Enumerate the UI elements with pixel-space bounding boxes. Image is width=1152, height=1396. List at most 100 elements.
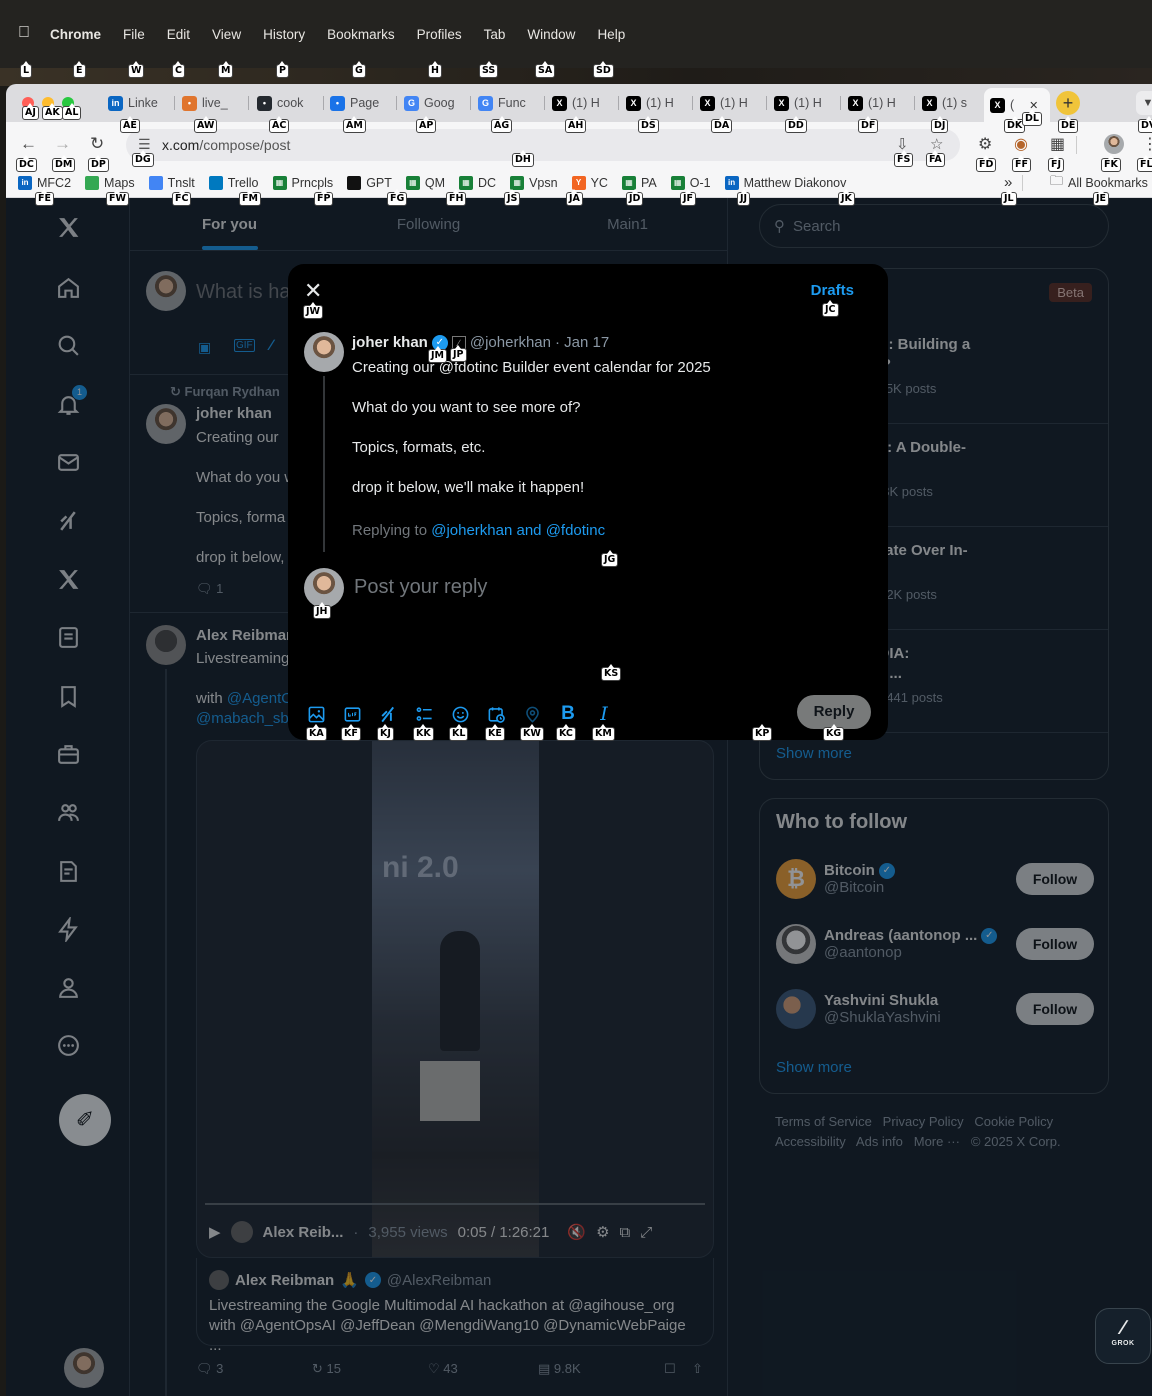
schedule-icon[interactable] — [486, 704, 506, 724]
tab-label: (1) H — [646, 96, 674, 110]
bookmark-item[interactable]: Trello — [208, 175, 259, 190]
tab-item[interactable]: X (1) H — [694, 90, 758, 116]
chrome-menu-icon[interactable]: ⋮ — [1142, 134, 1152, 154]
bookmark-item[interactable]: ▦ QM — [405, 175, 445, 190]
x-icon: X — [774, 95, 789, 111]
tab-item[interactable]: X (1) H — [768, 90, 832, 116]
tab-item[interactable]: G Func — [472, 90, 536, 116]
sheets-icon: ▦ — [272, 175, 287, 190]
bookmark-item[interactable]: ▦ O-1 — [670, 175, 711, 190]
bookmark-item[interactable]: in Matthew Diakonov — [724, 175, 846, 190]
bookmark-item[interactable]: ▦ DC — [459, 175, 496, 190]
tab-item[interactable]: G Goog — [398, 90, 462, 116]
grok-floating-button[interactable]: ∕ GROK — [1095, 1308, 1151, 1364]
profile-avatar[interactable] — [1104, 134, 1124, 154]
keyboard-hint-label: DM — [52, 155, 76, 172]
bookmark-item[interactable]: Maps — [85, 175, 135, 190]
gif-icon[interactable] — [342, 704, 362, 724]
extension-cookie-icon[interactable]: ◉ — [1014, 134, 1028, 154]
tab-item[interactable]: • Page — [324, 90, 388, 116]
bookmark-item[interactable]: ▦ Prncpls — [272, 175, 333, 190]
address-bar[interactable]: ☰ x.com/compose/post ⇩ ☆ — [126, 129, 960, 161]
keyboard-hint-label: JL — [1001, 189, 1017, 206]
forward-icon[interactable]: → — [54, 134, 71, 154]
grok-icon[interactable] — [378, 704, 398, 724]
reload-icon[interactable]: ↻ — [90, 134, 104, 154]
keyboard-hint-label: JM — [428, 346, 447, 363]
menu-chrome[interactable]: Chrome — [50, 27, 101, 42]
keyboard-hint-label: G — [352, 61, 366, 78]
keyboard-hint-label: JS — [504, 189, 521, 206]
tab-item[interactable]: in Linke — [102, 90, 166, 116]
original-post-avatar[interactable] — [304, 332, 344, 372]
keyboard-hint-label: W — [128, 61, 145, 78]
infinity-icon: • — [182, 95, 197, 111]
keyboard-hint-label: E — [73, 61, 86, 78]
keyboard-hint-label: DL — [1022, 109, 1042, 126]
menu-bookmarks[interactable]: Bookmarks — [327, 27, 395, 42]
keyboard-hint-label: JW — [303, 302, 324, 319]
keyboard-hint-label: KW — [520, 724, 544, 741]
original-author[interactable]: joher khan — [352, 334, 428, 351]
menu-edit[interactable]: Edit — [167, 27, 190, 42]
bookmark-item[interactable]: Tnslt — [148, 175, 195, 190]
tab-search-icon[interactable]: ▼ — [1136, 91, 1152, 115]
back-icon[interactable]: ← — [20, 134, 37, 154]
folder-icon: 🗀 — [1050, 172, 1064, 188]
bookmark-item[interactable]: GPT — [347, 175, 392, 190]
keyboard-hint-label: KA — [306, 724, 327, 741]
tab-item[interactable]: • cook — [251, 90, 315, 116]
location-icon[interactable] — [522, 704, 542, 724]
tab-label: Func — [498, 96, 526, 110]
close-icon[interactable]: ✕ — [304, 278, 322, 304]
original-post-line: Creating our @fdotinc Builder event cale… — [352, 359, 711, 376]
apple-icon[interactable]:  — [18, 24, 30, 42]
keyboard-hint-label: JH — [313, 602, 331, 619]
keyboard-hint-label: DH — [512, 150, 534, 167]
extension-robot-icon[interactable]: ⚙ — [978, 134, 992, 154]
tab-item[interactable]: X (1) H — [620, 90, 684, 116]
replying-to-users[interactable]: @joherkhan and @fdotinc — [431, 522, 605, 539]
bookmark-item[interactable]: ▦ PA — [621, 175, 657, 190]
reply-input[interactable]: Post your reply — [354, 576, 487, 599]
tab-item[interactable]: • live_ — [176, 90, 240, 116]
new-tab-button[interactable]: + — [1056, 91, 1080, 115]
original-post-line: drop it below, we'll make it happen! — [352, 479, 585, 496]
tab-label: Goog — [424, 96, 455, 110]
bookmark-label: Maps — [104, 175, 135, 190]
x-icon: X — [626, 95, 641, 111]
menu-tab[interactable]: Tab — [484, 27, 506, 42]
poll-icon[interactable] — [414, 704, 434, 724]
x-icon: X — [922, 95, 937, 111]
menu-window[interactable]: Window — [527, 27, 575, 42]
bookmark-item[interactable]: in MFC2 — [18, 175, 71, 190]
tab-item[interactable]: X (1) H — [842, 90, 906, 116]
trello-icon — [208, 175, 223, 190]
keyboard-hint-label: AH — [565, 116, 587, 133]
bookmark-item[interactable]: ▦ Vpsn — [510, 175, 558, 190]
menu-history[interactable]: History — [263, 27, 305, 42]
x-icon: X — [552, 95, 567, 111]
keyboard-hint-label: DF — [858, 116, 879, 133]
media-icon[interactable] — [306, 704, 326, 724]
keyboard-hint-label: DP — [88, 155, 109, 172]
original-handle[interactable]: @joherkhan — [470, 334, 551, 351]
drafts-button[interactable]: Drafts — [811, 282, 854, 299]
keyboard-hint-label: AK — [42, 103, 63, 120]
tab-item[interactable]: X (1) s — [916, 90, 980, 116]
bold-icon[interactable]: B — [558, 703, 578, 724]
bookmark-item[interactable]: Y YC — [571, 175, 608, 190]
keyboard-hint-label: JA — [566, 189, 583, 206]
extensions-puzzle-icon[interactable]: ▦ — [1050, 134, 1065, 154]
bookmark-label: PA — [640, 175, 657, 190]
sheets-icon: ▦ — [621, 175, 636, 190]
menu-help[interactable]: Help — [597, 27, 625, 42]
emoji-icon[interactable] — [450, 704, 470, 724]
tab-item[interactable]: X (1) H — [546, 90, 610, 116]
keyboard-hint-label: KS — [601, 664, 622, 681]
menu-profiles[interactable]: Profiles — [417, 27, 462, 42]
menu-file[interactable]: File — [123, 27, 145, 42]
keyboard-hint-label: KK — [413, 724, 434, 741]
italic-icon[interactable]: I — [594, 703, 614, 725]
menu-view[interactable]: View — [212, 27, 241, 42]
